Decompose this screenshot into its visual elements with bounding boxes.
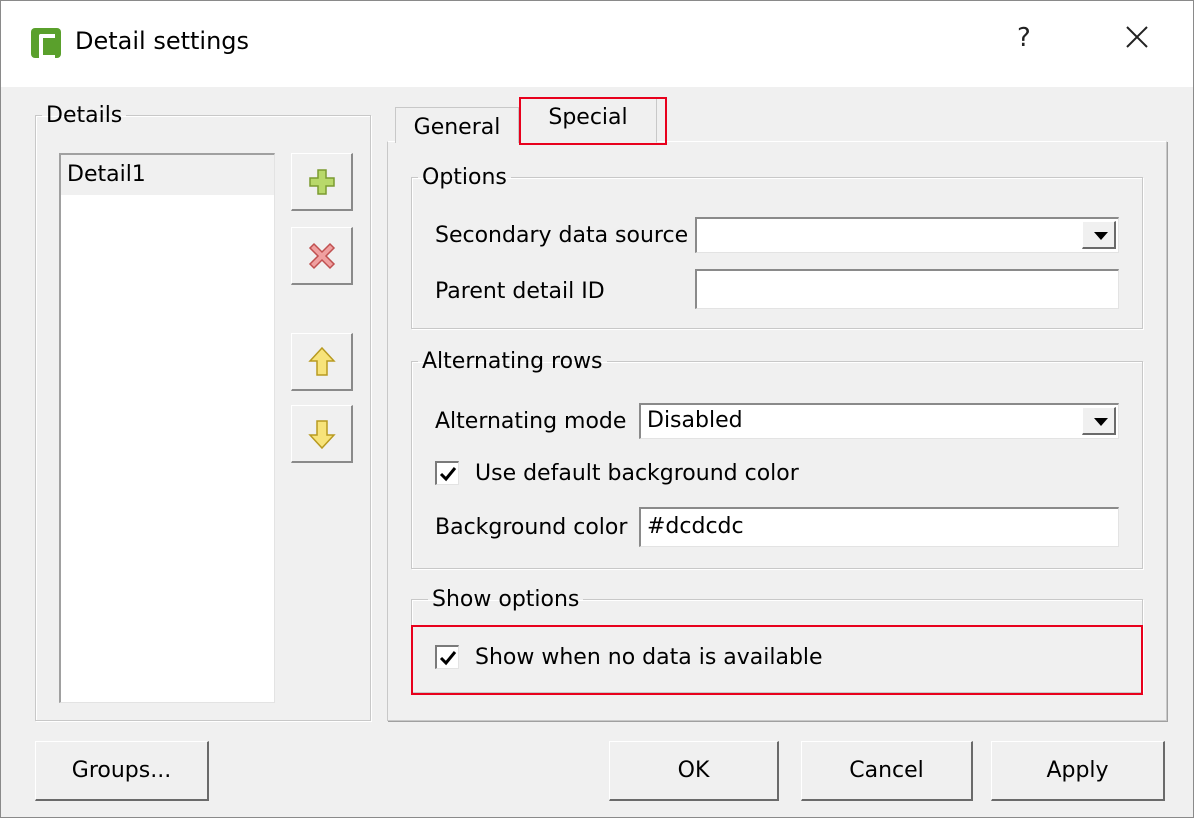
- use-default-bg-label: Use default background color: [475, 461, 799, 486]
- add-icon: [308, 168, 335, 195]
- use-default-bg-checkbox[interactable]: [435, 461, 459, 485]
- show-options-group: Show options: [411, 587, 1143, 693]
- remove-detail-button[interactable]: [291, 227, 353, 285]
- help-button[interactable]: ?: [1017, 23, 1031, 53]
- checkmark-icon: [439, 467, 457, 482]
- move-down-button[interactable]: [291, 405, 353, 463]
- show-options-group-label: Show options: [432, 587, 580, 612]
- detail-settings-dialog: Detail settings ? Details Detail1 Genera…: [0, 0, 1194, 818]
- checkmark-icon: [439, 651, 457, 666]
- window-title: Detail settings: [75, 27, 250, 55]
- bg-color-field[interactable]: #dcdcdc: [639, 507, 1119, 547]
- list-item[interactable]: Detail1: [61, 155, 274, 195]
- show-no-data-label: Show when no data is available: [475, 645, 823, 670]
- cancel-button[interactable]: Cancel: [801, 741, 973, 801]
- options-group-label: Options: [422, 165, 507, 190]
- chevron-down-icon[interactable]: [1082, 221, 1116, 249]
- alternating-mode-value: Disabled: [647, 408, 743, 433]
- secondary-source-combo[interactable]: [695, 217, 1119, 253]
- alternating-mode-combo[interactable]: Disabled: [639, 403, 1119, 439]
- remove-icon: [308, 242, 335, 269]
- apply-button[interactable]: Apply: [991, 741, 1165, 801]
- details-group-label: Details: [46, 103, 123, 128]
- title-bar: Detail settings ?: [1, 1, 1193, 87]
- close-icon[interactable]: [1119, 19, 1155, 55]
- tab-general[interactable]: General: [395, 107, 519, 143]
- add-detail-button[interactable]: [291, 153, 353, 211]
- bg-color-label: Background color: [435, 515, 628, 540]
- show-no-data-checkbox[interactable]: [435, 645, 459, 669]
- arrow-down-icon: [307, 419, 336, 449]
- app-logo-icon: [31, 28, 61, 59]
- ok-button[interactable]: OK: [609, 741, 779, 801]
- parent-id-field[interactable]: [695, 269, 1119, 309]
- groups-button[interactable]: Groups...: [35, 741, 209, 801]
- tab-special[interactable]: Special: [519, 97, 657, 143]
- arrow-up-icon: [307, 346, 336, 376]
- chevron-down-icon[interactable]: [1082, 407, 1116, 435]
- details-list[interactable]: Detail1: [59, 153, 275, 703]
- parent-id-label: Parent detail ID: [435, 279, 605, 304]
- alternating-rows-group-label: Alternating rows: [422, 349, 603, 374]
- move-up-button[interactable]: [291, 333, 353, 391]
- secondary-source-label: Secondary data source: [435, 223, 689, 248]
- alternating-mode-label: Alternating mode: [435, 409, 627, 434]
